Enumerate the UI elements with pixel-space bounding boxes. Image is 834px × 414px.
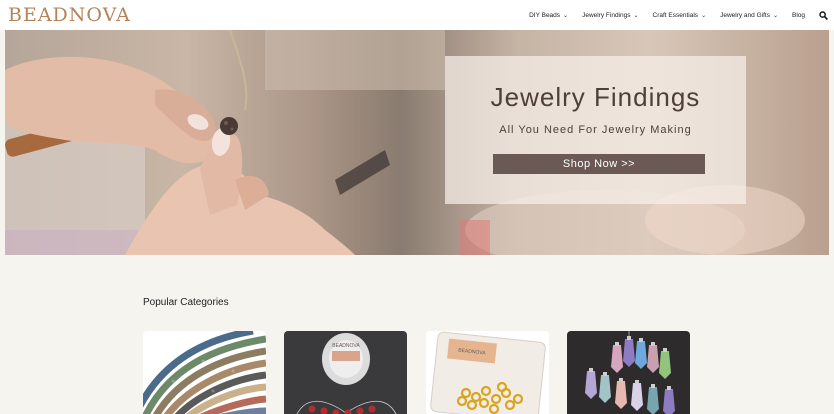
lava-bead-strands-image	[143, 331, 266, 414]
popular-categories-title: Popular Categories	[143, 297, 229, 308]
chevron-down-icon: ⌄	[701, 12, 707, 19]
hero-title: Jewelry Findings	[490, 82, 701, 112]
category-card-jump-rings[interactable]: BEADNOVA	[426, 331, 549, 414]
hero-banner: Jewelry Findings All You Need For Jewelr…	[5, 30, 829, 255]
chevron-down-icon: ⌄	[633, 12, 639, 19]
category-card-lava-beads[interactable]	[143, 331, 266, 414]
nav-item-label: Blog	[791, 11, 805, 19]
category-card-crystal-pendants[interactable]	[567, 331, 690, 414]
nav-item-label: Craft Essentials	[652, 11, 699, 19]
chevron-down-icon: ⌄	[772, 12, 778, 19]
elastic-cord-spool-image: BEADNOVA	[284, 331, 407, 414]
category-card-elastic-cord[interactable]: BEADNOVA	[284, 331, 407, 414]
nav-item-label: Jewelry Findings	[582, 11, 631, 19]
nav-item-diy-beads[interactable]: DIY Beads ⌄	[529, 12, 568, 19]
search-icon[interactable]	[819, 10, 828, 20]
main-nav: DIY Beads ⌄ Jewelry Findings ⌄ Craft Ess…	[515, 0, 828, 30]
shop-now-button[interactable]: Shop Now >>	[493, 154, 705, 174]
nav-item-jewelry-findings[interactable]: Jewelry Findings ⌄	[582, 12, 638, 19]
nav-item-label: DIY Beads	[529, 11, 561, 19]
nav-item-jewelry-and-gifts[interactable]: Jewelry and Gifts ⌄	[720, 12, 778, 19]
spool-logo: BEADNOVA	[332, 343, 360, 349]
crystal-point-pendants-image	[567, 331, 690, 414]
site-header: BEADNOVA DIY Beads ⌄ Jewelry Findings ⌄ …	[0, 0, 834, 30]
chevron-down-icon: ⌄	[563, 12, 569, 19]
nav-item-craft-essentials[interactable]: Craft Essentials ⌄	[653, 12, 707, 19]
nav-item-label: Jewelry and Gifts	[720, 11, 770, 19]
hero-subtitle: All You Need For Jewelry Making	[499, 124, 692, 136]
gold-jump-rings-box-image: BEADNOVA	[426, 331, 549, 414]
nav-item-blog[interactable]: Blog	[792, 12, 805, 19]
site-logo[interactable]: BEADNOVA	[8, 4, 131, 26]
hero-promo-panel: Jewelry Findings All You Need For Jewelr…	[445, 56, 746, 204]
